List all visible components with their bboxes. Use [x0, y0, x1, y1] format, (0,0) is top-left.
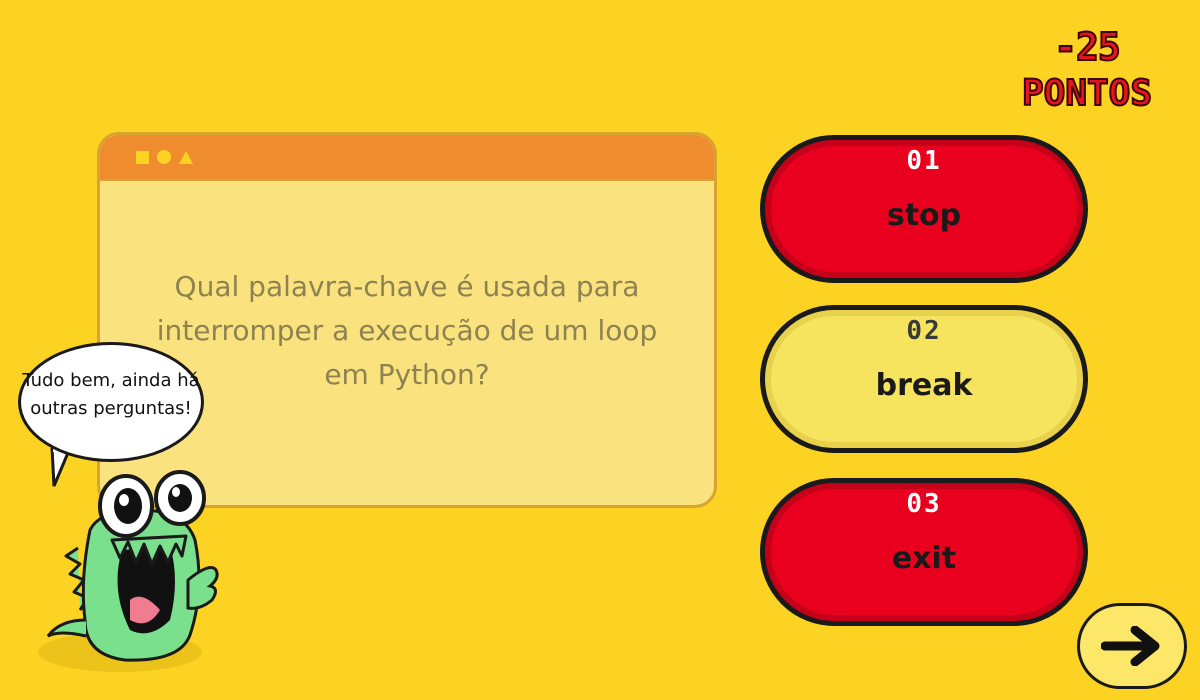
answer-label: exit	[891, 541, 957, 576]
arrow-right-icon	[1101, 626, 1160, 666]
question-text: Qual palavra-chave é usada para interrom…	[156, 270, 658, 391]
next-button[interactable]	[1077, 603, 1187, 689]
question-window: Qual palavra-chave é usada para interrom…	[97, 132, 717, 508]
answer-label: stop	[886, 198, 962, 233]
window-titlebar	[100, 135, 714, 181]
circle-icon	[157, 150, 171, 164]
speech-text: Tudo bem, ainda há outras perguntas!	[22, 370, 200, 419]
square-icon	[136, 150, 149, 164]
answer-number: 03	[906, 489, 942, 519]
triangle-icon	[179, 150, 193, 164]
score-display: -25 PONTOS	[992, 25, 1182, 114]
dinosaur-mascot	[38, 470, 219, 672]
answer-option-3[interactable]: 03 exit	[760, 478, 1088, 626]
answer-number: 02	[906, 316, 942, 346]
score-points: -25	[1053, 25, 1122, 69]
score-label: PONTOS	[1021, 73, 1153, 114]
answer-label: break	[875, 368, 973, 403]
answer-option-1[interactable]: 01 stop	[760, 135, 1088, 283]
answer-option-2[interactable]: 02 break	[760, 305, 1088, 453]
answer-number: 01	[906, 146, 942, 176]
speech-bubble: Tudo bem, ainda há outras perguntas!	[18, 342, 204, 462]
